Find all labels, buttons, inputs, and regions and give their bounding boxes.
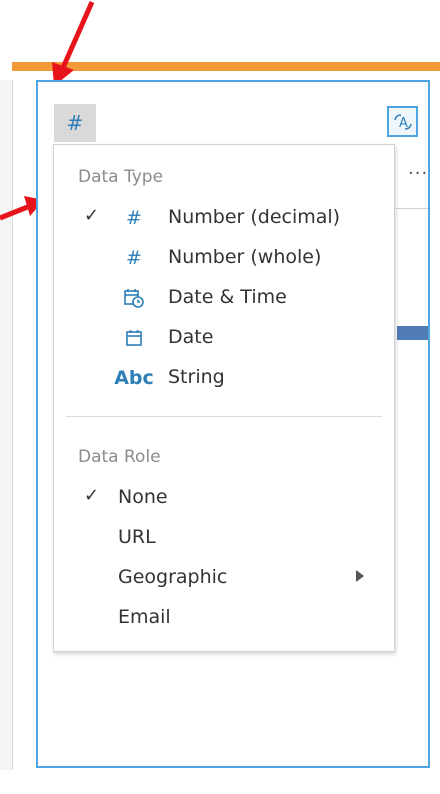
check-icon: ✓ xyxy=(84,205,100,226)
menu-item-role-none[interactable]: ✓ None xyxy=(54,479,394,517)
number-type-icon: # xyxy=(66,111,84,135)
annotation-arrow-top xyxy=(52,0,95,86)
menu-item-label: Date & Time xyxy=(168,286,287,308)
number-decimal-icon: # xyxy=(126,207,142,229)
rename-field-icon: A xyxy=(393,113,412,131)
menu-item-string[interactable]: Abc String xyxy=(54,359,394,397)
menu-item-label: String xyxy=(168,366,225,388)
check-icon: ✓ xyxy=(84,485,100,506)
menu-divider xyxy=(66,416,382,417)
menu-item-label: Number (decimal) xyxy=(168,206,341,228)
divider xyxy=(396,208,428,209)
data-type-button[interactable]: # xyxy=(54,104,96,142)
rename-button[interactable]: A xyxy=(387,106,418,137)
menu-item-role-geographic[interactable]: Geographic xyxy=(54,559,394,597)
data-type-dropdown: Data Type ✓ # Number (decimal) # Number … xyxy=(53,144,395,652)
menu-item-date[interactable]: Date xyxy=(54,319,394,357)
data-bar xyxy=(397,326,428,340)
menu-item-label: Number (whole) xyxy=(168,246,322,268)
left-panel-edge xyxy=(0,80,13,770)
menu-item-number-whole[interactable]: # Number (whole) xyxy=(54,239,394,277)
data-type-section-title: Data Type xyxy=(78,167,164,187)
menu-item-date-time[interactable]: Date & Time xyxy=(54,279,394,317)
datetime-icon xyxy=(120,284,148,312)
menu-item-label: Geographic xyxy=(118,566,228,588)
menu-item-label: URL xyxy=(118,526,156,548)
string-icon: Abc xyxy=(114,367,154,389)
menu-item-label: Email xyxy=(118,606,171,628)
date-icon xyxy=(120,324,148,352)
submenu-arrow-icon xyxy=(356,570,364,582)
menu-item-role-url[interactable]: URL xyxy=(54,519,394,557)
data-role-section-title: Data Role xyxy=(78,447,161,467)
menu-item-number-decimal[interactable]: ✓ # Number (decimal) xyxy=(54,199,394,237)
menu-item-role-email[interactable]: Email xyxy=(54,599,394,637)
menu-item-label: Date xyxy=(168,326,214,348)
number-whole-icon: # xyxy=(126,247,142,269)
more-options-icon[interactable]: ... xyxy=(408,158,428,179)
menu-item-label: None xyxy=(118,486,168,508)
